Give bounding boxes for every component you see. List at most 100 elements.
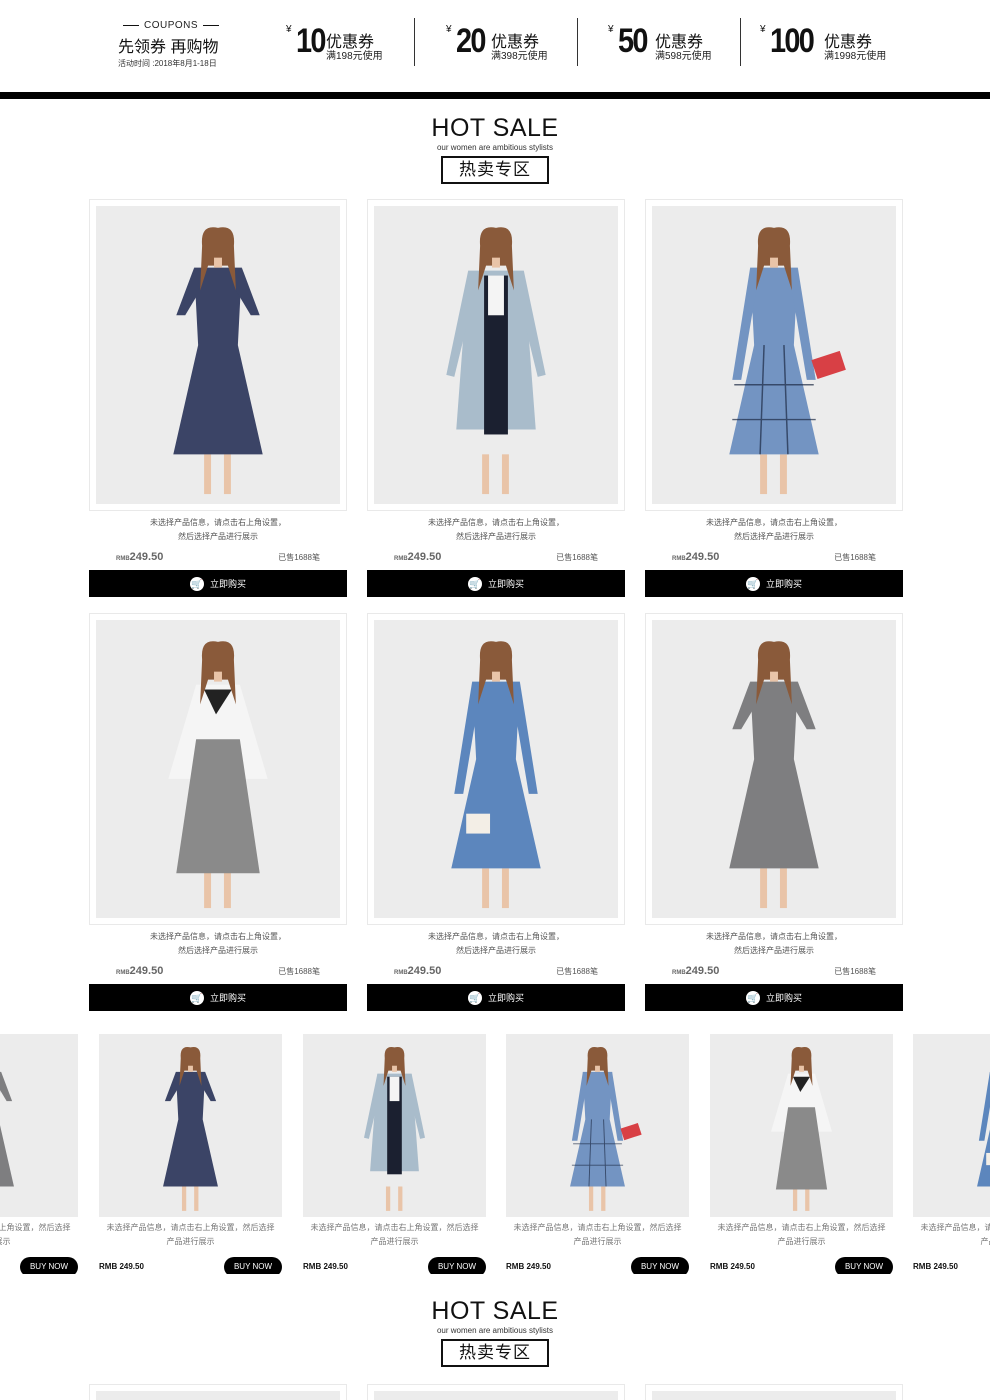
product-card[interactable]: 未选择产品信息，请点击右上角设置，然后选择产品进行展示 RMB249.50 已售… xyxy=(645,199,903,597)
product-meta: RMB249.50 已售1688笔 xyxy=(367,548,625,568)
carousel-photo[interactable] xyxy=(303,1034,486,1217)
coupon-yen: ¥ xyxy=(286,24,292,35)
buy-now-button[interactable]: 🛒 立即购买 xyxy=(367,984,625,1011)
product-card-partial xyxy=(367,1384,625,1400)
product-price: RMB249.50 xyxy=(394,551,441,563)
product-description: 未选择产品信息，请点击右上角设置，然后选择产品进行展示 xyxy=(150,932,286,955)
product-meta: RMB249.50 已售1688笔 xyxy=(645,548,903,568)
carousel-price: RMB 249.50 xyxy=(99,1262,144,1271)
carousel-description: 未选择产品信息，请点击右上角设置，然后选择产品进行展示 xyxy=(106,1223,275,1246)
coupon-20[interactable]: ¥ 20 优惠券 满398元使用 xyxy=(446,22,561,64)
carousel-description: 未选择产品信息，请点击右上角设置，然后选择产品进行展示 xyxy=(920,1223,990,1246)
buy-now-pill-button[interactable]: BUY NOW xyxy=(835,1257,893,1274)
model-figure-image xyxy=(451,641,541,909)
product-photo[interactable] xyxy=(652,206,896,504)
sold-count: 已售1688笔 xyxy=(278,553,320,562)
product-photo[interactable] xyxy=(96,620,340,918)
section-title: HOT SALE xyxy=(431,114,559,142)
price-value: 249.50 xyxy=(129,551,164,563)
buy-now-label: 立即购买 xyxy=(765,993,802,1003)
carousel-photo[interactable] xyxy=(0,1034,78,1217)
product-card-partial xyxy=(89,1384,347,1400)
carousel-meta: RMB 249.50 BUY NOW xyxy=(99,1257,282,1274)
coupon-condition: 满198元使用 xyxy=(326,51,383,62)
product-photo[interactable] xyxy=(652,620,896,918)
buy-now-pill-button[interactable]: BUY NOW xyxy=(631,1257,689,1274)
buy-now-button[interactable]: 🛒 立即购买 xyxy=(645,984,903,1011)
cart-icon: 🛒 xyxy=(467,990,482,1005)
coupon-50[interactable]: ¥ 50 优惠券 满598元使用 xyxy=(608,22,723,64)
product-image-frame[interactable] xyxy=(367,199,625,511)
carousel-item[interactable]: 未选择产品信息，请点击右上角设置，然后选择产品进行展示 RMB 249.50 B… xyxy=(0,1034,78,1274)
model-figure-image xyxy=(163,1047,218,1211)
carousel-photo[interactable] xyxy=(710,1034,893,1217)
price-value: 249.50 xyxy=(685,965,720,977)
product-meta: RMB249.50 已售1688笔 xyxy=(89,548,347,568)
buy-now-label: 立即购买 xyxy=(487,993,524,1003)
product-price: RMB249.50 xyxy=(394,965,441,977)
model-figure-image xyxy=(168,641,268,909)
coupon-amount: 20 xyxy=(456,22,486,60)
model-figure-image xyxy=(570,1047,642,1211)
sold-count: 已售1688笔 xyxy=(556,967,598,976)
carousel-description: 未选择产品信息，请点击右上角设置，然后选择产品进行展示 xyxy=(717,1223,886,1246)
carousel-meta: RMB 249.50 BUY NOW xyxy=(710,1257,893,1274)
cart-icon: 🛒 xyxy=(467,576,482,591)
carousel-photo[interactable] xyxy=(913,1034,990,1217)
product-card[interactable]: 未选择产品信息，请点击右上角设置，然后选择产品进行展示 RMB249.50 已售… xyxy=(89,613,347,1011)
price-value: 249.50 xyxy=(129,965,164,977)
product-card[interactable]: 未选择产品信息，请点击右上角设置，然后选择产品进行展示 RMB249.50 已售… xyxy=(645,613,903,1011)
buy-now-label: 立即购买 xyxy=(765,579,802,589)
coupon-intro-en: COUPONS xyxy=(118,20,224,31)
carousel-meta: RMB 249.50 BUY NOW xyxy=(913,1257,990,1274)
price-value: 249.50 xyxy=(407,965,442,977)
product-card[interactable]: 未选择产品信息，请点击右上角设置，然后选择产品进行展示 RMB249.50 已售… xyxy=(367,199,625,597)
buy-now-pill-button[interactable]: BUY NOW xyxy=(20,1257,78,1274)
product-photo[interactable] xyxy=(374,620,618,918)
buy-now-button[interactable]: 🛒 立即购买 xyxy=(89,570,347,597)
product-photo[interactable] xyxy=(374,206,618,504)
product-photo[interactable] xyxy=(96,206,340,504)
carousel-meta: RMB 249.50 BUY NOW xyxy=(0,1257,78,1274)
product-card[interactable]: 未选择产品信息，请点击右上角设置，然后选择产品进行展示 RMB249.50 已售… xyxy=(89,199,347,597)
product-carousel[interactable]: 未选择产品信息，请点击右上角设置，然后选择产品进行展示 RMB 249.50 B… xyxy=(0,1034,990,1274)
model-figure-image xyxy=(173,227,263,495)
product-image-frame[interactable] xyxy=(89,613,347,925)
product-image-frame[interactable] xyxy=(645,199,903,511)
product-meta: RMB249.50 已售1688笔 xyxy=(367,962,625,982)
coupon-10[interactable]: ¥ 10 优惠券 满198元使用 xyxy=(286,22,396,64)
cart-icon: 🛒 xyxy=(745,576,760,591)
carousel-item[interactable]: 未选择产品信息，请点击右上角设置，然后选择产品进行展示 RMB 249.50 B… xyxy=(99,1034,282,1274)
buy-now-button[interactable]: 🛒 立即购买 xyxy=(645,570,903,597)
product-card[interactable]: 未选择产品信息，请点击右上角设置，然后选择产品进行展示 RMB249.50 已售… xyxy=(367,613,625,1011)
buy-now-pill-button[interactable]: BUY NOW xyxy=(224,1257,282,1274)
section-header-repeat: HOT SALE our women are ambitious stylist… xyxy=(0,1297,990,1367)
carousel-item[interactable]: 未选择产品信息，请点击右上角设置，然后选择产品进行展示 RMB 249.50 B… xyxy=(913,1034,990,1274)
coupon-100[interactable]: ¥ 100 优惠券 满1998元使用 xyxy=(760,22,895,64)
model-figure-image xyxy=(771,1047,832,1211)
sold-count: 已售1688笔 xyxy=(278,967,320,976)
product-description: 未选择产品信息，请点击右上角设置，然后选择产品进行展示 xyxy=(428,932,564,955)
carousel-photo[interactable] xyxy=(99,1034,282,1217)
buy-now-button[interactable]: 🛒 立即购买 xyxy=(367,570,625,597)
coupon-amount: 50 xyxy=(618,22,648,60)
product-image-frame[interactable] xyxy=(367,613,625,925)
cart-icon: 🛒 xyxy=(189,576,204,591)
carousel-item[interactable]: 未选择产品信息，请点击右上角设置，然后选择产品进行展示 RMB 249.50 B… xyxy=(506,1034,689,1274)
price-value: 249.50 xyxy=(407,551,442,563)
coupon-yen: ¥ xyxy=(608,24,614,35)
coupon-intro: COUPONS 先领券 再购物 活动时间 :2018年8月1-18日 xyxy=(118,20,224,69)
sold-count: 已售1688笔 xyxy=(834,967,876,976)
carousel-description: 未选择产品信息，请点击右上角设置，然后选择产品进行展示 xyxy=(513,1223,682,1246)
coupon-divider xyxy=(740,18,741,66)
buy-now-pill-button[interactable]: BUY NOW xyxy=(428,1257,486,1274)
product-image-frame[interactable] xyxy=(89,199,347,511)
carousel-photo[interactable] xyxy=(506,1034,689,1217)
carousel-item[interactable]: 未选择产品信息，请点击右上角设置，然后选择产品进行展示 RMB 249.50 B… xyxy=(710,1034,893,1274)
carousel-item[interactable]: 未选择产品信息，请点击右上角设置，然后选择产品进行展示 RMB 249.50 B… xyxy=(303,1034,486,1274)
buy-now-button[interactable]: 🛒 立即购买 xyxy=(89,984,347,1011)
model-figure-image xyxy=(446,227,546,495)
product-price: RMB249.50 xyxy=(672,965,719,977)
product-image-frame[interactable] xyxy=(645,613,903,925)
carousel-price: RMB 249.50 xyxy=(913,1262,958,1271)
